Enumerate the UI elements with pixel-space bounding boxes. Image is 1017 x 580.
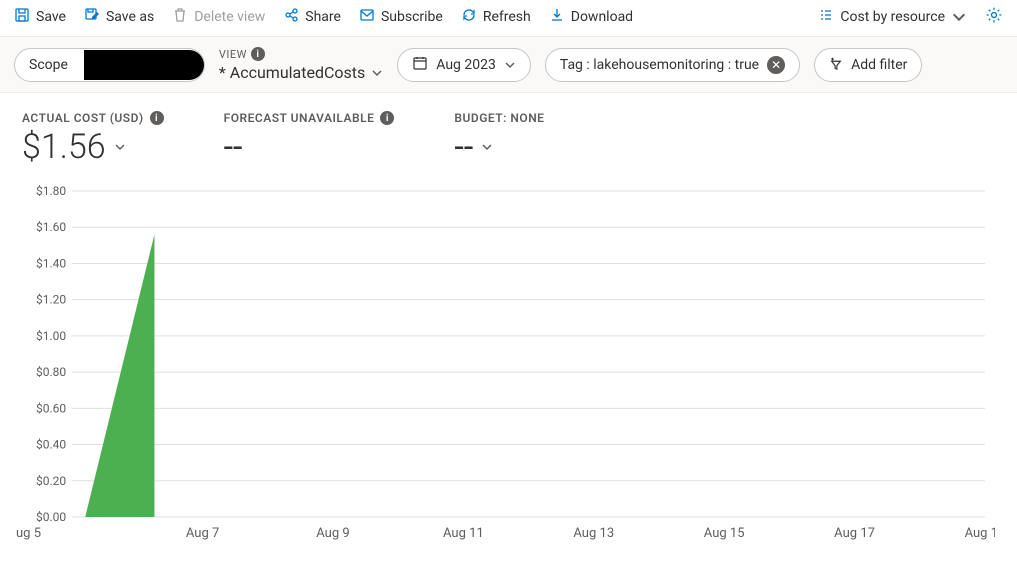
svg-text:$1.80: $1.80 [36,184,66,198]
download-icon [549,7,565,27]
svg-text:$1.60: $1.60 [36,220,66,234]
delete-view-label: Delete view [194,9,265,25]
refresh-button[interactable]: Refresh [461,7,531,27]
save-as-label: Save as [106,9,154,25]
y-axis-ticks: $0.00 $0.20 $0.40 $0.60 $0.80 $1.00 $1.20 $1.40… [36,184,66,524]
svg-text:Aug 11: Aug 11 [443,526,484,541]
svg-text:ug 5: ug 5 [16,526,41,541]
actual-cost-label: ACTUAL COST (USD) [22,111,144,125]
save-as-button[interactable]: Save as [84,7,154,27]
svg-text:Aug 17: Aug 17 [834,526,875,541]
metrics-row: ACTUAL COST (USD) i $1.56 FORECAST UNAVA… [0,93,1017,173]
svg-text:Aug 15: Aug 15 [704,526,745,541]
refresh-icon [461,7,477,27]
svg-text:$0.40: $0.40 [36,438,66,452]
actual-cost-value: $1.56 [22,127,106,167]
budget-metric: BUDGET: NONE -- [454,111,544,167]
forecast-label: FORECAST UNAVAILABLE [224,111,375,125]
share-button[interactable]: Share [283,7,341,27]
chevron-down-icon [114,141,126,153]
delete-view-button: Delete view [172,7,265,27]
svg-text:Aug 7: Aug 7 [186,526,219,541]
svg-text:Aug 13: Aug 13 [573,526,614,541]
calendar-icon [412,55,428,75]
date-range-label: Aug 2023 [436,57,496,73]
trash-icon [172,7,188,27]
view-selector[interactable]: VIEW i * AccumulatedCosts [219,47,383,82]
svg-text:$1.20: $1.20 [36,293,66,307]
cost-by-resource-button[interactable]: Cost by resource [818,7,967,27]
svg-text:$1.00: $1.00 [36,329,66,343]
date-range-selector[interactable]: Aug 2023 [397,48,531,82]
tag-filter-chip[interactable]: Tag : lakehousemonitoring : true ✕ [545,48,800,82]
subscribe-label: Subscribe [381,9,443,25]
x-axis-ticks: ug 5 Aug 7 Aug 9 Aug 11 Aug 13 Aug 15 Aug 17 Au… [16,526,995,541]
svg-text:$0.00: $0.00 [36,510,66,524]
actual-cost-value-wrap[interactable]: $1.56 [22,127,164,167]
toolbar: Save Save as Delete view Share Subscribe… [0,0,1017,36]
chevron-down-icon [481,141,493,153]
view-label-text: VIEW [219,48,247,61]
mail-icon [359,7,375,27]
refresh-label: Refresh [483,9,531,25]
remove-chip-button[interactable]: ✕ [767,56,785,74]
subscribe-button[interactable]: Subscribe [359,7,443,27]
chart-grid [72,191,985,517]
info-icon: i [251,47,265,61]
save-icon [14,7,30,27]
settings-button[interactable] [985,6,1003,28]
svg-text:Aug 19: Aug 19 [965,526,995,541]
save-label: Save [36,9,66,25]
download-button[interactable]: Download [549,7,633,27]
filter-bar: Scope VIEW i * AccumulatedCosts Aug 2023… [0,36,1017,93]
info-icon[interactable]: i [150,111,164,125]
actual-cost-metric: ACTUAL COST (USD) i $1.56 [22,111,164,167]
gear-icon [985,6,1003,24]
add-filter-button[interactable]: Add filter [814,48,922,82]
svg-text:$0.80: $0.80 [36,365,66,379]
cost-by-resource-label: Cost by resource [840,9,945,25]
forecast-metric: FORECAST UNAVAILABLE i -- [224,111,395,167]
filter-plus-icon [829,56,843,74]
tag-filter-text: Tag : lakehousemonitoring : true [560,57,759,73]
save-button[interactable]: Save [14,7,66,27]
scope-label: Scope [29,57,68,73]
scope-selector[interactable]: Scope [14,48,205,82]
add-filter-label: Add filter [851,57,907,73]
view-name: * AccumulatedCosts [219,63,365,82]
info-icon[interactable]: i [380,111,394,125]
share-label: Share [305,9,341,25]
save-as-icon [84,7,100,27]
cost-chart: $0.00 $0.20 $0.40 $0.60 $0.80 $1.00 $1.20 $1.40… [0,173,1017,543]
list-icon [818,7,834,27]
scope-value-redacted [84,50,204,80]
budget-value: -- [454,127,473,167]
svg-text:Aug 9: Aug 9 [316,526,349,541]
chevron-down-icon [951,9,967,25]
share-icon [283,7,299,27]
download-label: Download [571,9,633,25]
budget-value-wrap[interactable]: -- [454,127,544,167]
svg-text:$1.40: $1.40 [36,256,66,270]
chevron-down-icon [504,59,516,71]
budget-label: BUDGET: NONE [454,111,544,125]
svg-text:$0.20: $0.20 [36,474,66,488]
svg-text:$0.60: $0.60 [36,401,66,415]
forecast-value: -- [224,127,243,167]
chevron-down-icon [371,67,383,79]
